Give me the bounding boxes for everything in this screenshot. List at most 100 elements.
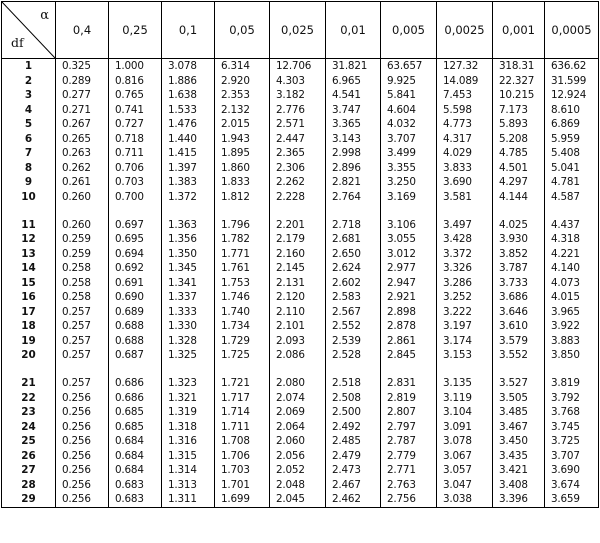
df-value: 21 (21, 377, 36, 389)
critical-value: 2.947 (387, 276, 416, 289)
critical-value: 0.256 (62, 435, 91, 447)
critical-value: 0.256 (62, 391, 91, 404)
critical-value: 2.878 (387, 320, 416, 332)
critical-value: 2.650 (332, 247, 361, 260)
critical-value: 2.467 (332, 478, 361, 491)
critical-value: 2.776 (276, 103, 305, 116)
critical-value: 31.821 (332, 60, 368, 72)
critical-value: 0.257 (62, 334, 91, 347)
critical-value: 5.408 (551, 147, 580, 159)
critical-value: 8.610 (551, 103, 580, 116)
critical-value: 1.753 (221, 276, 250, 289)
critical-value: 3.852 (499, 247, 528, 260)
critical-value: 2.779 (387, 449, 416, 462)
critical-value: 3.467 (499, 420, 528, 433)
critical-value: 3.055 (387, 233, 416, 245)
critical-value: 1.333 (168, 305, 197, 318)
critical-value: 0.256 (62, 449, 91, 462)
critical-value: 4.501 (499, 161, 528, 174)
critical-value: 0.256 (62, 464, 91, 476)
critical-value: 4.015 (551, 291, 580, 303)
critical-value: 2.624 (332, 262, 361, 274)
critical-value: 0.689 (115, 305, 144, 318)
critical-value: 3.965 (551, 305, 580, 318)
critical-value: 1.734 (221, 320, 250, 332)
df-value: 1 (24, 60, 33, 72)
critical-value: 3.078 (168, 60, 197, 72)
critical-value: 1.397 (168, 161, 197, 174)
critical-value: 0.691 (115, 276, 144, 289)
df-value: 19 (21, 334, 36, 347)
critical-value: 1.699 (221, 493, 250, 505)
critical-value: 4.773 (443, 118, 472, 130)
critical-value: 3.707 (387, 132, 416, 145)
critical-value: 2.921 (387, 291, 416, 303)
critical-value: 3.930 (499, 233, 528, 245)
critical-value: 2.145 (276, 262, 305, 274)
critical-value: 2.977 (387, 262, 416, 274)
critical-value: 0.271 (62, 103, 91, 116)
critical-value: 1.316 (168, 435, 197, 447)
critical-value: 1.315 (168, 449, 197, 462)
critical-value: 3.057 (443, 464, 472, 476)
critical-value: 7.173 (499, 103, 528, 116)
critical-value: 0.686 (115, 377, 144, 389)
critical-value: 2.365 (276, 147, 305, 159)
group-spacer (381, 204, 436, 218)
critical-value: 1.323 (168, 377, 197, 389)
critical-value: 12.924 (551, 89, 587, 101)
critical-value: 2.306 (276, 161, 305, 174)
critical-value: 3.091 (443, 420, 472, 433)
critical-value: 6.314 (221, 60, 250, 72)
critical-value: 2.160 (276, 247, 305, 260)
critical-value: 4.144 (499, 190, 528, 203)
critical-value: 0.258 (62, 276, 91, 289)
critical-value: 0.261 (62, 176, 91, 188)
df-value: 10 (21, 190, 36, 203)
critical-value: 4.587 (551, 190, 580, 203)
critical-value: 2.048 (276, 478, 305, 491)
critical-value: 1.372 (168, 190, 197, 203)
critical-value: 0.690 (115, 291, 144, 303)
alpha-header: 0,025 (269, 1, 326, 59)
critical-value: 3.579 (499, 334, 528, 347)
critical-value: 1.350 (168, 247, 197, 260)
critical-value: 7.453 (443, 89, 472, 101)
critical-value: 4.604 (387, 103, 416, 116)
critical-value: 3.646 (499, 305, 528, 318)
value-column: 0.325 0.289 0.277 0.271 0.267 0.265 0.263 0.262… (55, 58, 109, 508)
alpha-header: 0,005 (380, 1, 437, 59)
df-value: 13 (21, 247, 36, 260)
critical-value: 2.831 (387, 377, 416, 389)
critical-value: 3.135 (443, 377, 472, 389)
group-spacer (162, 363, 214, 377)
critical-value: 3.610 (499, 320, 528, 332)
critical-value: 0.697 (115, 218, 144, 231)
df-value: 9 (24, 176, 33, 188)
critical-value: 3.497 (443, 218, 472, 231)
critical-value: 2.101 (276, 320, 305, 332)
critical-value: 0.277 (62, 89, 91, 101)
critical-value: 3.768 (551, 406, 580, 418)
critical-value: 3.499 (387, 147, 416, 159)
critical-value: 2.571 (276, 118, 305, 130)
critical-value: 3.326 (443, 262, 472, 274)
critical-value: 2.845 (387, 349, 416, 361)
critical-value: 2.508 (332, 391, 361, 404)
df-value: 7 (24, 147, 33, 159)
critical-value: 1.383 (168, 176, 197, 188)
critical-value: 0.262 (62, 161, 91, 174)
alpha-header: 0,001 (492, 1, 545, 59)
critical-value: 2.069 (276, 406, 305, 418)
critical-value: 4.140 (551, 262, 580, 274)
critical-value: 3.792 (551, 391, 580, 404)
critical-value: 2.045 (276, 493, 305, 505)
df-value: 14 (21, 262, 36, 274)
critical-value: 1.721 (221, 377, 250, 389)
critical-value: 2.485 (332, 435, 361, 447)
critical-value: 1.886 (168, 74, 197, 87)
critical-value: 3.833 (443, 161, 472, 174)
critical-value: 3.922 (551, 320, 580, 332)
critical-value: 1.771 (221, 247, 250, 260)
critical-value: 0.265 (62, 132, 91, 145)
